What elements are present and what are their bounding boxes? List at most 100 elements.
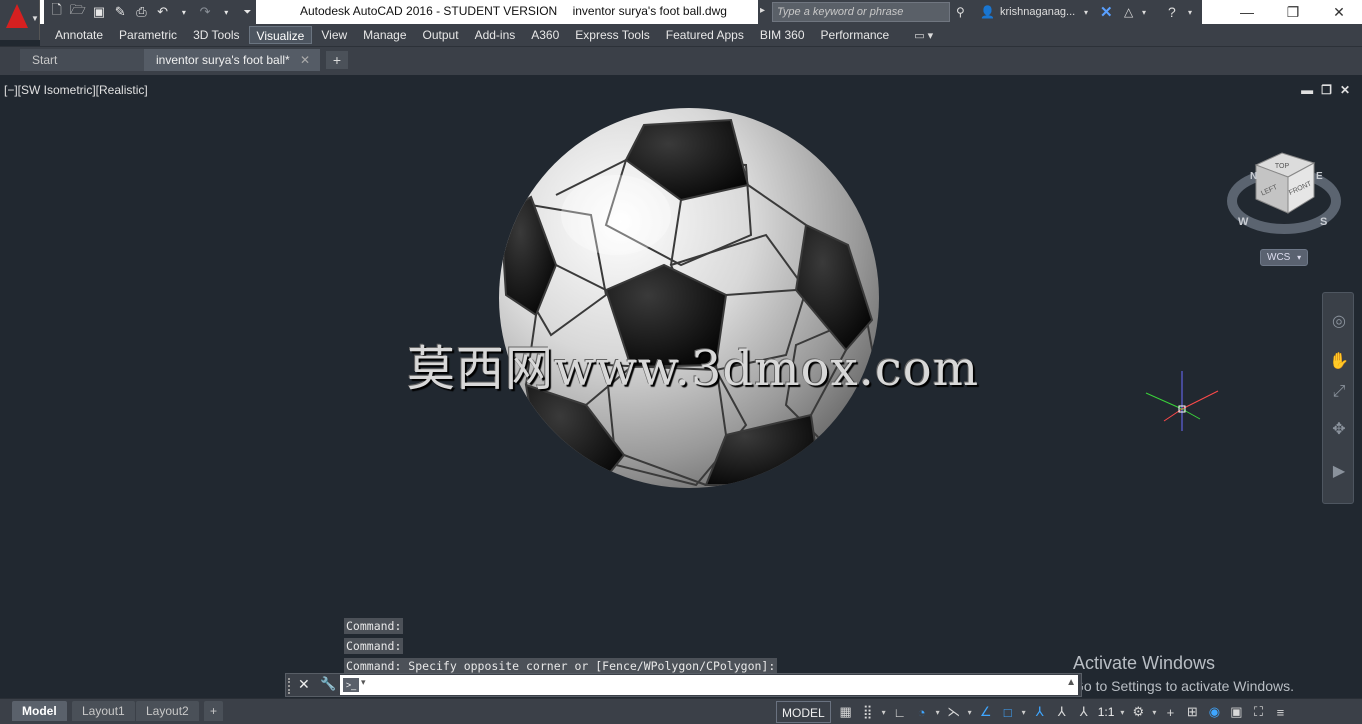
a360-dropdown-icon[interactable]: ▾: [1142, 3, 1146, 21]
open-icon[interactable]: 🗁: [69, 2, 86, 21]
compass-east-label[interactable]: E: [1316, 171, 1323, 182]
tab-3d-tools[interactable]: 3D Tools: [186, 26, 246, 44]
annotation-scale-icon[interactable]: ⅄: [1073, 701, 1095, 723]
tab-bim-360[interactable]: BIM 360: [753, 26, 812, 44]
user-dropdown-icon[interactable]: ▾: [1084, 3, 1088, 21]
zoom-extents-icon[interactable]: ⤢: [1328, 381, 1350, 403]
tab-output[interactable]: Output: [416, 26, 466, 44]
new-tab-button[interactable]: +: [326, 51, 348, 69]
save-as-icon[interactable]: ✎: [112, 3, 129, 21]
hardware-acceleration-icon[interactable]: ▣: [1225, 701, 1247, 723]
units-icon[interactable]: ⊞: [1181, 701, 1203, 723]
tab-annotate[interactable]: Annotate: [48, 26, 110, 44]
expand-search-icon[interactable]: ▸: [760, 5, 770, 19]
undo-icon[interactable]: ↶: [154, 3, 171, 21]
tab-layout2[interactable]: Layout2: [136, 701, 199, 721]
compass-west-label[interactable]: W: [1238, 216, 1249, 228]
recent-commands-icon[interactable]: ▲: [1066, 677, 1076, 688]
viewport-close-icon[interactable]: ✕: [1340, 83, 1350, 97]
tab-layout1[interactable]: Layout1: [72, 701, 135, 721]
save-icon[interactable]: ▣: [90, 3, 107, 21]
clean-screen-icon[interactable]: ⛶: [1247, 701, 1269, 723]
model-space-button[interactable]: MODEL: [776, 701, 831, 723]
pan-hand-icon[interactable]: ✋: [1328, 351, 1350, 373]
viewcube[interactable]: TOP LEFT FRONT N E W S: [1224, 135, 1344, 245]
object-snap-icon[interactable]: □: [997, 701, 1019, 723]
tab-model[interactable]: Model: [12, 701, 67, 721]
grip-handle[interactable]: [288, 678, 294, 694]
tab-performance[interactable]: Performance: [814, 26, 897, 44]
ribbon-display-toggle-icon[interactable]: ▭ ▾: [914, 29, 933, 42]
annotation-visibility-icon[interactable]: ⅄: [1029, 701, 1051, 723]
window-title: Autodesk AutoCAD 2016 - STUDENT VERSION …: [300, 4, 727, 18]
ortho-icon[interactable]: ∟: [889, 701, 911, 723]
help-icon[interactable]: ?: [1168, 3, 1176, 21]
tab-a360[interactable]: A360: [524, 26, 566, 44]
viewport-controls-label[interactable]: [−][SW Isometric][Realistic]: [4, 83, 148, 97]
user-name[interactable]: krishnaganag...: [1000, 3, 1075, 21]
customize-wrench-icon[interactable]: 🔧: [320, 676, 336, 692]
add-layout-button[interactable]: +: [204, 701, 224, 721]
steering-wheel-icon[interactable]: ◎: [1328, 311, 1350, 333]
title-bar: 🗋 🗁 ▣ ✎ ⎙ ↶ ▾ ↷ ▾ ⏷ Autodesk AutoCAD 201…: [0, 0, 1362, 24]
isodraft-dropdown-icon[interactable]: ▾: [965, 708, 975, 717]
auto-scale-icon[interactable]: ⅄: [1051, 701, 1073, 723]
activate-windows-subtitle: Go to Settings to activate Windows.: [1073, 678, 1294, 694]
workspace-dropdown-icon[interactable]: ▾: [1149, 708, 1159, 717]
exchange-apps-icon[interactable]: ✕: [1100, 3, 1113, 21]
search-input[interactable]: [772, 2, 950, 22]
tab-visualize[interactable]: Visualize: [248, 26, 313, 44]
compass-south-label[interactable]: S: [1320, 216, 1327, 228]
close-tab-icon[interactable]: ✕: [300, 49, 310, 71]
close-command-line-icon[interactable]: ✕: [298, 676, 310, 693]
wcs-label: WCS: [1267, 252, 1291, 263]
orbit-icon[interactable]: ✥: [1328, 419, 1350, 441]
drawing-viewport[interactable]: [−][SW Isometric][Realistic] ▬ ❐ ✕ 莫西网ww…: [0, 72, 1362, 698]
showmotion-icon[interactable]: ▶: [1328, 461, 1350, 483]
redo-dropdown-icon[interactable]: ▾: [218, 3, 235, 21]
minimize-button[interactable]: —: [1224, 0, 1270, 24]
wcs-menu-button[interactable]: WCS ▾: [1260, 249, 1308, 266]
soccer-ball-model[interactable]: [496, 105, 882, 491]
tab-add-ins[interactable]: Add-ins: [468, 26, 523, 44]
object-snap-dropdown-icon[interactable]: ▾: [1019, 708, 1029, 717]
tab-current-drawing[interactable]: inventor surya's foot ball* ✕: [144, 49, 320, 71]
tab-parametric[interactable]: Parametric: [112, 26, 184, 44]
chevron-down-icon[interactable]: ▾: [361, 677, 366, 688]
user-icon[interactable]: 👤: [980, 3, 995, 21]
isolate-objects-icon[interactable]: ◉: [1203, 701, 1225, 723]
polar-tracking-icon[interactable]: ◔: [911, 701, 933, 723]
snap-icon[interactable]: ⣿: [857, 701, 879, 723]
customize-icon[interactable]: ⏷: [239, 3, 256, 21]
binoculars-icon[interactable]: ⚲: [956, 3, 965, 21]
scale-dropdown-icon[interactable]: ▾: [1117, 708, 1127, 717]
viewport-minimize-icon[interactable]: ▬: [1301, 83, 1313, 97]
snap-dropdown-icon[interactable]: ▾: [879, 708, 889, 717]
annotation-scale-value[interactable]: 1:1: [1095, 705, 1118, 719]
undo-dropdown-icon[interactable]: ▾: [175, 3, 192, 21]
tab-express-tools[interactable]: Express Tools: [568, 26, 656, 44]
maximize-button[interactable]: ❐: [1270, 0, 1316, 24]
viewport-restore-icon[interactable]: ❐: [1321, 83, 1332, 97]
isodraft-icon[interactable]: ⋋: [943, 701, 965, 723]
compass-north-label[interactable]: N: [1250, 171, 1257, 182]
close-button[interactable]: ✕: [1316, 0, 1362, 24]
command-input[interactable]: [372, 675, 1032, 695]
command-prompt-icon[interactable]: >_: [343, 678, 359, 692]
new-icon[interactable]: 🗋: [48, 2, 65, 21]
grid-icon[interactable]: ▦: [835, 701, 857, 723]
tab-manage[interactable]: Manage: [356, 26, 413, 44]
add-scale-icon[interactable]: +: [1159, 701, 1181, 723]
tab-start[interactable]: Start: [20, 49, 148, 71]
object-snap-tracking-icon[interactable]: ∠: [975, 701, 997, 723]
polar-dropdown-icon[interactable]: ▾: [933, 708, 943, 717]
workspace-gear-icon[interactable]: ⚙: [1127, 701, 1149, 723]
application-menu-button[interactable]: ▼: [0, 0, 40, 40]
customization-menu-icon[interactable]: ≡: [1269, 701, 1291, 723]
tab-view[interactable]: View: [314, 26, 354, 44]
tab-featured-apps[interactable]: Featured Apps: [659, 26, 751, 44]
help-dropdown-icon[interactable]: ▾: [1188, 3, 1192, 21]
a360-icon[interactable]: △: [1124, 3, 1133, 21]
print-icon[interactable]: ⎙: [133, 3, 150, 21]
redo-icon[interactable]: ↷: [196, 3, 213, 21]
